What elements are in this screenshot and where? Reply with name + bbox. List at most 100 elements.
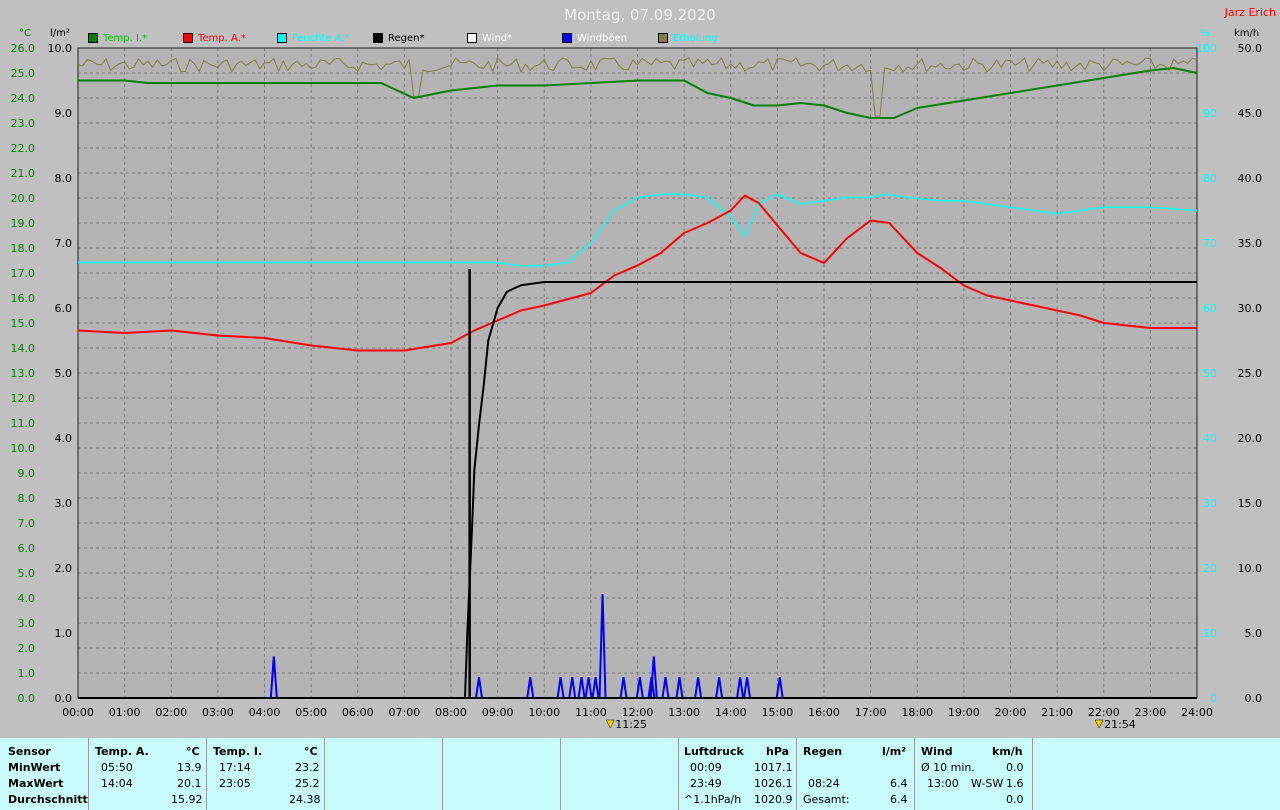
tick-label-temp: 4.0 — [18, 592, 36, 605]
wind-header: Wind — [921, 745, 953, 758]
tick-label-temp: 2.0 — [18, 642, 36, 655]
tick-label-temp: 5.0 — [18, 567, 36, 580]
tick-label-temp: 8.0 — [18, 492, 36, 505]
tick-label-x: 10:00 — [528, 706, 560, 719]
tick-label-temp: 22.0 — [11, 142, 36, 155]
tick-label-wind: 15.0 — [1238, 497, 1263, 510]
tick-label-x: 03:00 — [202, 706, 234, 719]
tick-label-temp: 15.0 — [11, 317, 36, 330]
tick-label-x: 13:00 — [668, 706, 700, 719]
tick-label-wind: 20.0 — [1238, 432, 1263, 445]
tick-label-temp: 26.0 — [11, 42, 36, 55]
tick-label-wind: 50.0 — [1238, 42, 1263, 55]
tick-label-humidity: 10 — [1203, 627, 1217, 640]
temp-i-unit: °C — [304, 745, 318, 758]
temp-i-avg: 24.38 — [289, 793, 321, 806]
marker-label: 21:54 — [1104, 718, 1136, 731]
row-avg-label: Durchschnitt — [8, 793, 88, 806]
tick-label-humidity: 70 — [1203, 237, 1217, 250]
tick-label-rain: 10.0 — [48, 42, 73, 55]
tick-label-x: 16:00 — [808, 706, 840, 719]
tick-label-temp: 21.0 — [11, 167, 36, 180]
wind-max-time: 13:00 — [927, 777, 959, 790]
tick-label-temp: 7.0 — [18, 517, 36, 530]
tick-label-x: 23:00 — [1135, 706, 1167, 719]
tick-label-x: 18:00 — [901, 706, 933, 719]
tick-label-humidity: 80 — [1203, 172, 1217, 185]
temp-a-max: 20.1 — [177, 777, 202, 790]
tick-label-humidity: 30 — [1203, 497, 1217, 510]
rain-total: 6.4 — [890, 793, 908, 806]
tick-label-temp: 9.0 — [18, 467, 36, 480]
temp-i-min: 23.2 — [295, 761, 320, 774]
tick-label-temp: 18.0 — [11, 242, 36, 255]
wind-mean: 0.0 — [1006, 793, 1024, 806]
row-max-label: MaxWert — [8, 777, 64, 790]
pressure-min: 1017.1 — [754, 761, 793, 774]
tick-label-temp: 10.0 — [11, 442, 36, 455]
marker-label: 11:25 — [615, 718, 647, 731]
marker-icon — [1094, 719, 1104, 729]
tick-label-x: 06:00 — [342, 706, 374, 719]
tick-label-temp: 11.0 — [11, 417, 36, 430]
tick-label-x: 21:00 — [1041, 706, 1073, 719]
tick-label-wind: 35.0 — [1238, 237, 1263, 250]
temp-i-max: 25.2 — [295, 777, 320, 790]
pressure-avg: 1020.9 — [754, 793, 793, 806]
tick-label-x: 20:00 — [995, 706, 1027, 719]
marker-icon — [605, 719, 615, 729]
tick-label-humidity: 20 — [1203, 562, 1217, 575]
tick-label-rain: 5.0 — [55, 367, 73, 380]
tick-label-x: 14:00 — [715, 706, 747, 719]
tick-label-x: 00:00 — [62, 706, 94, 719]
temp-i-header: Temp. I. — [213, 745, 263, 758]
tick-label-wind: 5.0 — [1245, 627, 1263, 640]
tick-label-rain: 7.0 — [55, 237, 73, 250]
tick-label-wind: 10.0 — [1238, 562, 1263, 575]
tick-label-humidity: 40 — [1203, 432, 1217, 445]
temp-a-avg: 15.92 — [171, 793, 203, 806]
tick-label-x: 09:00 — [482, 706, 514, 719]
pressure-unit: hPa — [766, 745, 790, 758]
tick-label-temp: 25.0 — [11, 67, 36, 80]
temp-i-max-time: 23:05 — [219, 777, 251, 790]
tick-label-temp: 23.0 — [11, 117, 36, 130]
temp-a-unit: °C — [186, 745, 200, 758]
pressure-min-time: 00:09 — [690, 761, 722, 774]
tick-label-humidity: 100 — [1196, 42, 1217, 55]
pressure-header: Luftdruck — [684, 745, 744, 758]
row-min-label: MinWert — [8, 761, 61, 774]
wind-unit: km/h — [992, 745, 1023, 758]
temp-a-min: 13.9 — [177, 761, 202, 774]
rain-time: 08:24 — [808, 777, 840, 790]
tick-label-x: 01:00 — [109, 706, 141, 719]
tick-label-x: 07:00 — [389, 706, 421, 719]
temp-a-header: Temp. A. — [95, 745, 149, 758]
wind-max: 1.6 — [1006, 777, 1024, 790]
rain-total-label: Gesamt: — [803, 793, 850, 806]
tick-label-x: 05:00 — [295, 706, 327, 719]
pressure-max-time: 23:49 — [690, 777, 722, 790]
tick-label-wind: 25.0 — [1238, 367, 1263, 380]
rain-value: 6.4 — [890, 777, 908, 790]
tick-label-temp: 12.0 — [11, 392, 36, 405]
tick-label-x: 04:00 — [249, 706, 281, 719]
wind-avg: 0.0 — [1006, 761, 1024, 774]
temp-i-min-time: 17:14 — [219, 761, 251, 774]
tick-label-rain: 3.0 — [55, 497, 73, 510]
tick-label-humidity: 0 — [1210, 692, 1217, 705]
tick-label-rain: 1.0 — [55, 627, 73, 640]
tick-label-humidity: 50 — [1203, 367, 1217, 380]
tick-label-temp: 6.0 — [18, 542, 36, 555]
tick-label-wind: 0.0 — [1245, 692, 1263, 705]
tick-label-humidity: 60 — [1203, 302, 1217, 315]
rain-unit: l/m² — [882, 745, 907, 758]
tick-label-humidity: 90 — [1203, 107, 1217, 120]
sensor-header: Sensor — [8, 745, 51, 758]
temp-a-max-time: 14:04 — [101, 777, 133, 790]
tick-label-temp: 0.0 — [18, 692, 36, 705]
tick-label-wind: 30.0 — [1238, 302, 1263, 315]
tick-label-wind: 40.0 — [1238, 172, 1263, 185]
tick-label-temp: 16.0 — [11, 292, 36, 305]
tick-label-x: 15:00 — [762, 706, 794, 719]
